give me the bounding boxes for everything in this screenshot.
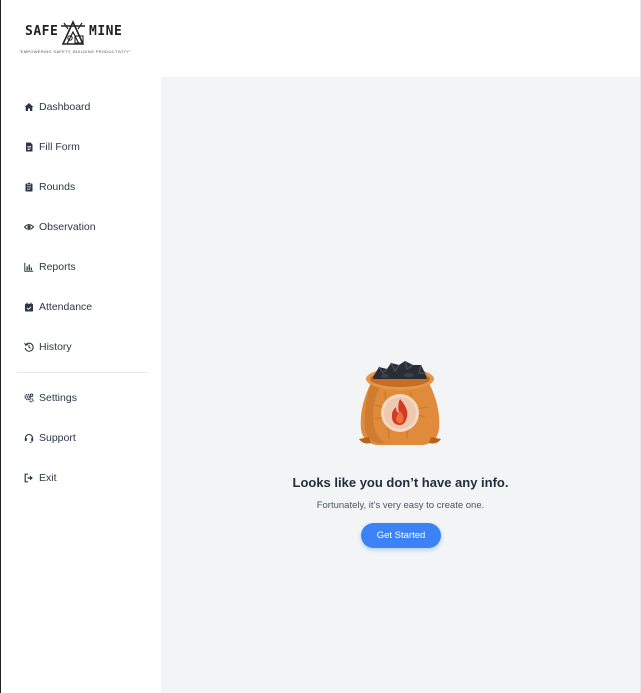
get-started-button[interactable]: Get Started xyxy=(361,523,441,548)
main-content: Looks like you don’t have any info. Fort… xyxy=(161,77,640,693)
sidebar-item-reports[interactable]: Reports xyxy=(23,257,76,277)
sidebar-item-history[interactable]: History xyxy=(23,337,72,357)
bar-chart-icon xyxy=(23,261,35,273)
sidebar-item-label: History xyxy=(39,341,72,353)
calendar-check-icon xyxy=(23,301,35,313)
sidebar-item-exit[interactable]: Exit xyxy=(23,468,57,488)
sidebar-item-attendance[interactable]: Attendance xyxy=(23,297,92,317)
brand-tagline: "EMPOWERING SAFETY, BUILDING PRODUCTIVIT… xyxy=(19,49,131,54)
file-icon xyxy=(23,141,35,153)
gears-icon xyxy=(23,392,35,404)
sidebar-item-label: Settings xyxy=(39,392,77,404)
sidebar-item-label: Dashboard xyxy=(39,101,91,113)
headset-icon xyxy=(23,432,35,444)
sidebar-item-settings[interactable]: Settings xyxy=(23,388,77,408)
brand-name-left: SAFE xyxy=(25,24,59,39)
eye-icon xyxy=(23,221,35,233)
sidebar-item-label: Exit xyxy=(39,472,57,484)
history-icon xyxy=(23,341,35,353)
sidebar-item-label: Support xyxy=(39,432,76,444)
brand-name-right: MINE xyxy=(89,24,123,39)
sidebar-item-label: Observation xyxy=(39,221,96,233)
sidebar-item-rounds[interactable]: Rounds xyxy=(23,177,75,197)
sidebar-item-observation[interactable]: Observation xyxy=(23,217,96,237)
empty-state-subtitle: Fortunately, it’s very easy to create on… xyxy=(316,500,485,511)
brand-logo[interactable]: SAFE MINE "EMPOWERING SAFETY, BUILDING P… xyxy=(17,18,131,56)
sidebar-divider xyxy=(17,372,147,373)
coal-sack-illustration xyxy=(359,360,441,445)
sidebar-item-label: Reports xyxy=(39,261,76,273)
sidebar-item-label: Rounds xyxy=(39,181,76,193)
sidebar: Dashboard Fill Form Rounds Observation R… xyxy=(1,77,161,693)
sidebar-item-dashboard[interactable]: Dashboard xyxy=(23,97,90,117)
sign-out-icon xyxy=(23,472,35,484)
home-icon xyxy=(23,101,35,113)
sidebar-item-label: Fill Form xyxy=(39,141,80,153)
empty-state-title: Looks like you don’t have any info. xyxy=(292,475,509,490)
sidebar-item-label: Attendance xyxy=(39,301,93,313)
mine-logo-icon xyxy=(61,20,85,45)
sidebar-item-fill-form[interactable]: Fill Form xyxy=(23,137,80,157)
clipboard-icon xyxy=(23,181,35,193)
sidebar-item-support[interactable]: Support xyxy=(23,428,76,448)
